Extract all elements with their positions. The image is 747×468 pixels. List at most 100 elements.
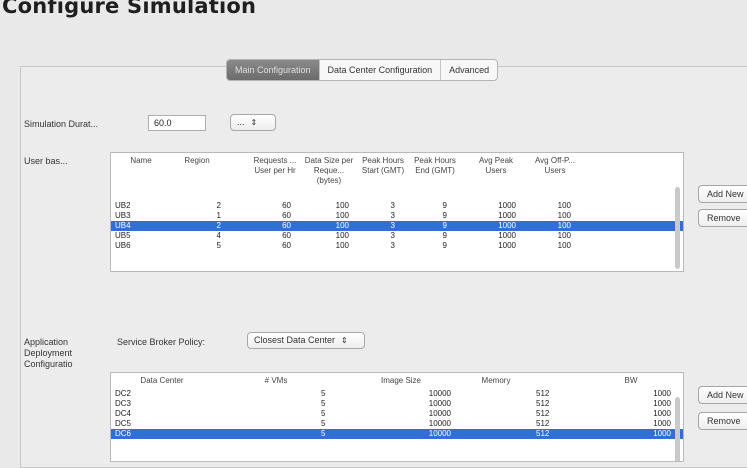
service-broker-value: Closest Data Center — [254, 335, 336, 345]
tab-data-center-configuration[interactable]: Data Center Configuration — [320, 60, 442, 80]
cell-peak-end: 9 — [442, 231, 447, 240]
col-header-avg-peak-users[interactable]: Avg Peak Users — [471, 156, 521, 176]
cell-vms: 5 — [321, 429, 326, 438]
cell-data-center: DC3 — [115, 399, 132, 408]
cell-image-size: 10000 — [428, 429, 451, 438]
cell-bw: 1000 — [653, 409, 671, 418]
cell-avg-peak: 1000 — [498, 231, 516, 240]
user-bases-scrollbar[interactable] — [675, 187, 680, 269]
cell-peak-start: 3 — [390, 211, 395, 220]
cell-data-size: 100 — [335, 231, 349, 240]
cell-memory: 512 — [536, 409, 550, 418]
app-deploy-label-line: Configuratio — [24, 359, 73, 369]
cell-region: 2 — [216, 201, 221, 210]
cell-peak-start: 3 — [390, 201, 395, 210]
select-arrows-icon: ⇕ — [341, 336, 348, 345]
cell-name: UB2 — [115, 201, 131, 210]
cell-data-center: DC2 — [115, 389, 132, 398]
cell-region: 5 — [216, 241, 221, 250]
cell-name: UB3 — [115, 211, 131, 220]
cell-memory: 512 — [536, 389, 550, 398]
cell-name: UB6 — [115, 241, 131, 250]
cell-bw: 1000 — [653, 399, 671, 408]
cell-avg-peak: 1000 — [498, 221, 516, 230]
col-header-data-size[interactable]: Data Size per Reque... (bytes) — [303, 156, 355, 186]
service-broker-label: Service Broker Policy: — [117, 337, 206, 347]
cell-avg-peak: 1000 — [498, 211, 516, 220]
duration-unit-value: ... — [237, 117, 245, 127]
table-row[interactable]: UB6 5 60 100 3 9 1000 100 — [111, 241, 683, 251]
col-header-memory[interactable]: Memory — [466, 376, 526, 386]
tab-main-configuration[interactable]: Main Configuration — [227, 60, 320, 80]
cell-avg-offpeak: 100 — [557, 231, 571, 240]
col-header-region[interactable]: Region — [173, 156, 221, 166]
app-deploy-label-line: Application — [24, 337, 69, 347]
cell-data-center: DC5 — [115, 419, 132, 428]
col-header-name[interactable]: Name — [111, 156, 171, 166]
cell-requests: 60 — [282, 211, 291, 220]
col-header-data-center[interactable]: Data Center — [119, 376, 205, 386]
cell-peak-end: 9 — [442, 221, 447, 230]
table-row[interactable]: UB5 4 60 100 3 9 1000 100 — [111, 231, 683, 241]
cell-vms: 5 — [321, 419, 326, 428]
user-bases-table: Name Region Requests ... User per Hr Dat… — [110, 152, 684, 272]
col-header-image-size[interactable]: Image Size — [361, 376, 441, 386]
cell-image-size: 10000 — [428, 389, 451, 398]
table-row-selected[interactable]: DC6 5 10000 512 1000 — [111, 429, 683, 439]
page-title: Configure Simulation — [2, 0, 257, 18]
table-row[interactable]: DC2 5 10000 512 1000 — [111, 389, 683, 399]
table-row-selected[interactable]: UB4 2 60 100 3 9 1000 100 — [111, 221, 683, 231]
col-header-avg-offpeak-users[interactable]: Avg Off-P... Users — [529, 156, 581, 176]
cell-region: 2 — [216, 221, 221, 230]
cell-region: 1 — [216, 211, 221, 220]
col-header-peak-start[interactable]: Peak Hours Start (GMT) — [359, 156, 407, 176]
cell-avg-offpeak: 100 — [557, 221, 571, 230]
app-deploy-label-line: Deployment — [24, 348, 73, 358]
user-bases-add-new-button[interactable]: Add New — [698, 185, 747, 203]
cell-data-size: 100 — [335, 201, 349, 210]
cell-region: 4 — [216, 231, 221, 240]
cell-requests: 60 — [282, 231, 291, 240]
app-deploy-add-new-button[interactable]: Add New — [698, 386, 747, 404]
col-header-requests[interactable]: Requests ... User per Hr — [251, 156, 299, 176]
cell-peak-start: 3 — [390, 231, 395, 240]
cell-image-size: 10000 — [428, 419, 451, 428]
table-row[interactable]: DC3 5 10000 512 1000 — [111, 399, 683, 409]
app-deploy-scrollbar[interactable] — [675, 397, 680, 461]
user-bases-label: User bas... — [24, 156, 68, 166]
user-bases-remove-button[interactable]: Remove — [698, 209, 747, 227]
duration-unit-select[interactable]: ... ⇕ — [230, 114, 276, 131]
cell-avg-offpeak: 100 — [557, 201, 571, 210]
simulation-duration-label: Simulation Durat... — [24, 119, 99, 129]
cell-vms: 5 — [321, 389, 326, 398]
cell-data-size: 100 — [335, 211, 349, 220]
cell-memory: 512 — [536, 399, 550, 408]
simulation-duration-input[interactable]: 60.0 — [148, 115, 206, 131]
cell-peak-end: 9 — [442, 201, 447, 210]
service-broker-select[interactable]: Closest Data Center ⇕ — [247, 332, 365, 349]
cell-data-size: 100 — [335, 241, 349, 250]
cell-image-size: 10000 — [428, 399, 451, 408]
cell-avg-peak: 1000 — [498, 241, 516, 250]
table-row[interactable]: UB2 2 60 100 3 9 1000 100 — [111, 201, 683, 211]
cell-peak-start: 3 — [390, 221, 395, 230]
cell-name: UB4 — [115, 221, 131, 230]
col-header-vms[interactable]: # VMs — [246, 376, 306, 386]
app-deploy-table: Data Center # VMs Image Size Memory BW D… — [110, 372, 684, 462]
table-row[interactable]: UB3 1 60 100 3 9 1000 100 — [111, 211, 683, 221]
cell-vms: 5 — [321, 399, 326, 408]
table-row[interactable]: DC4 5 10000 512 1000 — [111, 409, 683, 419]
tab-advanced[interactable]: Advanced — [441, 60, 497, 80]
cell-bw: 1000 — [653, 419, 671, 428]
cell-peak-end: 9 — [442, 211, 447, 220]
col-header-bw[interactable]: BW — [611, 376, 651, 386]
cell-name: UB5 — [115, 231, 131, 240]
cell-data-size: 100 — [335, 221, 349, 230]
cell-bw: 1000 — [653, 389, 671, 398]
cell-requests: 60 — [282, 201, 291, 210]
app-deploy-remove-button[interactable]: Remove — [698, 412, 747, 430]
table-row[interactable]: DC5 5 10000 512 1000 — [111, 419, 683, 429]
select-arrows-icon: ⇕ — [250, 118, 258, 127]
cell-data-center: DC4 — [115, 409, 132, 418]
col-header-peak-end[interactable]: Peak Hours End (GMT) — [411, 156, 459, 176]
